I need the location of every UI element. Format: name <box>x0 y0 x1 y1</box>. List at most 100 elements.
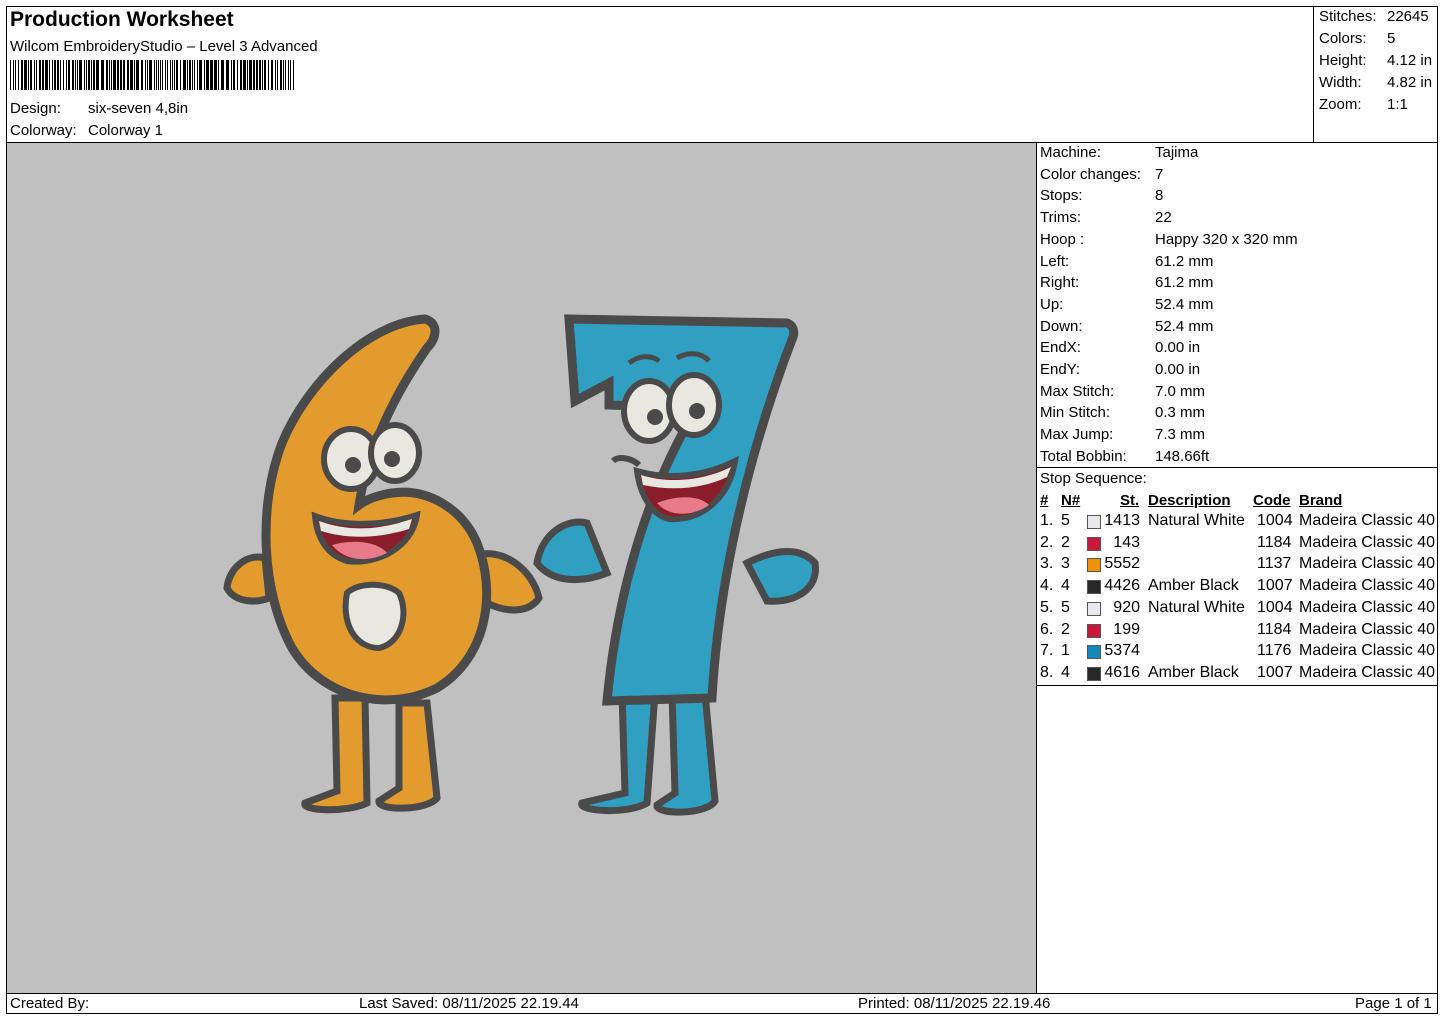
barcode-bar <box>243 60 246 90</box>
barcode-bar <box>271 60 273 90</box>
barcode-bar <box>120 60 122 90</box>
row-number: 6. <box>1040 620 1054 638</box>
barcode-bar <box>231 60 232 90</box>
barcode-bar <box>42 60 44 90</box>
color-swatch <box>1087 623 1101 638</box>
row-code: 1007 <box>1257 577 1293 595</box>
width-value: 4.82 in <box>1387 74 1433 91</box>
header-num: # <box>1040 492 1049 509</box>
machine-info-value: 61.2 mm <box>1155 274 1214 292</box>
zoom-value: 1:1 <box>1387 96 1408 113</box>
barcode-bar <box>154 60 155 90</box>
barcode-bar <box>130 60 133 90</box>
last-saved: Last Saved: 08/11/2025 22.19.44 <box>359 995 579 1012</box>
barcode-bar <box>111 60 112 90</box>
barcode-bar <box>28 60 29 90</box>
barcode-bar <box>109 60 110 90</box>
machine-info-label: Color changes: <box>1040 165 1141 183</box>
barcode-bar <box>262 60 263 90</box>
software-name: Wilcom EmbroideryStudio – Level 3 Advanc… <box>10 38 318 55</box>
machine-info-label: Max Jump: <box>1040 426 1114 444</box>
machine-info-value: 52.4 mm <box>1155 317 1214 335</box>
barcode-bar <box>277 60 278 90</box>
row-needle: 2 <box>1061 620 1070 638</box>
stitches-label: Stitches: <box>1319 8 1377 25</box>
row-stitches: 143 <box>1113 533 1140 551</box>
row-needle: 4 <box>1061 663 1070 681</box>
stop-sequence-title: Stop Sequence: <box>1040 470 1147 487</box>
row-brand: Madeira Classic 40 <box>1299 512 1436 529</box>
barcode-bar <box>183 60 186 90</box>
stop-sequence-row: 5. 5 920 Natural White 1004 Madeira Classic 4… <box>1040 599 1438 620</box>
six-left-leg <box>301 694 371 814</box>
stop-sequence-divider <box>1036 685 1438 686</box>
row-needle: 5 <box>1061 598 1070 616</box>
barcode-bar <box>149 60 152 90</box>
machine-info-label: Trims: <box>1040 209 1082 227</box>
barcode-bar <box>68 60 70 90</box>
barcode-bar <box>147 60 148 90</box>
barcode-bar <box>214 60 217 90</box>
barcode-bar <box>288 60 289 90</box>
page-number: Page 1 of 1 <box>1355 995 1432 1012</box>
row-code: 1176 <box>1257 642 1292 660</box>
seven-right-hand <box>742 547 819 605</box>
six-left-pupil <box>345 457 361 473</box>
design-value: six-seven 4,8in <box>88 100 189 117</box>
barcode-bar <box>240 60 242 90</box>
seven-right-pupil <box>689 403 705 419</box>
barcode-bar <box>84 60 85 90</box>
machine-info-divider <box>1036 467 1438 468</box>
row-number: 1. <box>1040 512 1054 529</box>
barcode-bar <box>134 60 135 90</box>
row-brand: Madeira Classic 40 <box>1299 577 1436 595</box>
row-brand: Madeira Classic 40 <box>1299 642 1436 660</box>
stop-sequence-row: 2. 2 143 1184 Madeira Classic 40 <box>1040 534 1438 555</box>
barcode-bar <box>189 60 191 90</box>
row-description: Natural White <box>1148 598 1245 616</box>
row-description: Amber Black <box>1148 663 1239 681</box>
barcode-bar <box>63 60 64 90</box>
seven-left-leg <box>578 689 659 814</box>
barcode-bar <box>18 60 19 90</box>
barcode-bar <box>194 60 195 90</box>
stitches-value: 22645 <box>1387 8 1429 25</box>
barcode-bar <box>49 60 50 90</box>
row-stitches: 920 <box>1113 598 1140 616</box>
header-code: Code <box>1253 492 1291 509</box>
barcode-bar <box>280 60 282 90</box>
barcode-bar <box>226 60 229 90</box>
machine-info-value: 8 <box>1155 187 1164 205</box>
barcode-bar <box>75 60 76 90</box>
barcode-bar <box>15 60 16 90</box>
barcode-bar <box>106 60 108 90</box>
barcode-bar <box>249 60 252 90</box>
machine-info-label: Hoop : <box>1040 230 1085 248</box>
barcode-bar <box>162 60 163 90</box>
created-by: Created By: <box>10 995 90 1012</box>
barcode-bar <box>156 60 157 90</box>
stop-sequence-row: 3. 3 5552 1137 Madeira Classic 40 <box>1040 555 1438 576</box>
machine-info-value: Happy 320 x 320 mm <box>1155 230 1298 248</box>
barcode-bar <box>24 60 27 90</box>
barcode-bar <box>192 60 193 90</box>
row-stitches: 1413 <box>1104 512 1140 529</box>
row-stitches: 4426 <box>1104 577 1140 595</box>
barcode-bar <box>96 60 99 90</box>
barcode-bar <box>93 60 95 90</box>
row-description: Natural White <box>1148 512 1245 529</box>
width-label: Width: <box>1319 74 1362 91</box>
machine-info-value: 52.4 mm <box>1155 295 1214 313</box>
seven-left-hand <box>533 518 612 584</box>
row-needle: 2 <box>1061 533 1070 551</box>
machine-info-value: 22 <box>1155 209 1172 227</box>
barcode-bar <box>60 60 61 90</box>
barcode-bar <box>253 60 255 90</box>
row-number: 4. <box>1040 577 1054 595</box>
machine-info-label: Min Stitch: <box>1040 404 1111 422</box>
machine-info-label: Total Bobbin: <box>1040 447 1127 465</box>
barcode-bar <box>180 60 181 90</box>
machine-info-value: 7.0 mm <box>1155 382 1206 400</box>
machine-info-label: Stops: <box>1040 187 1083 205</box>
six-right-pupil <box>384 451 400 467</box>
